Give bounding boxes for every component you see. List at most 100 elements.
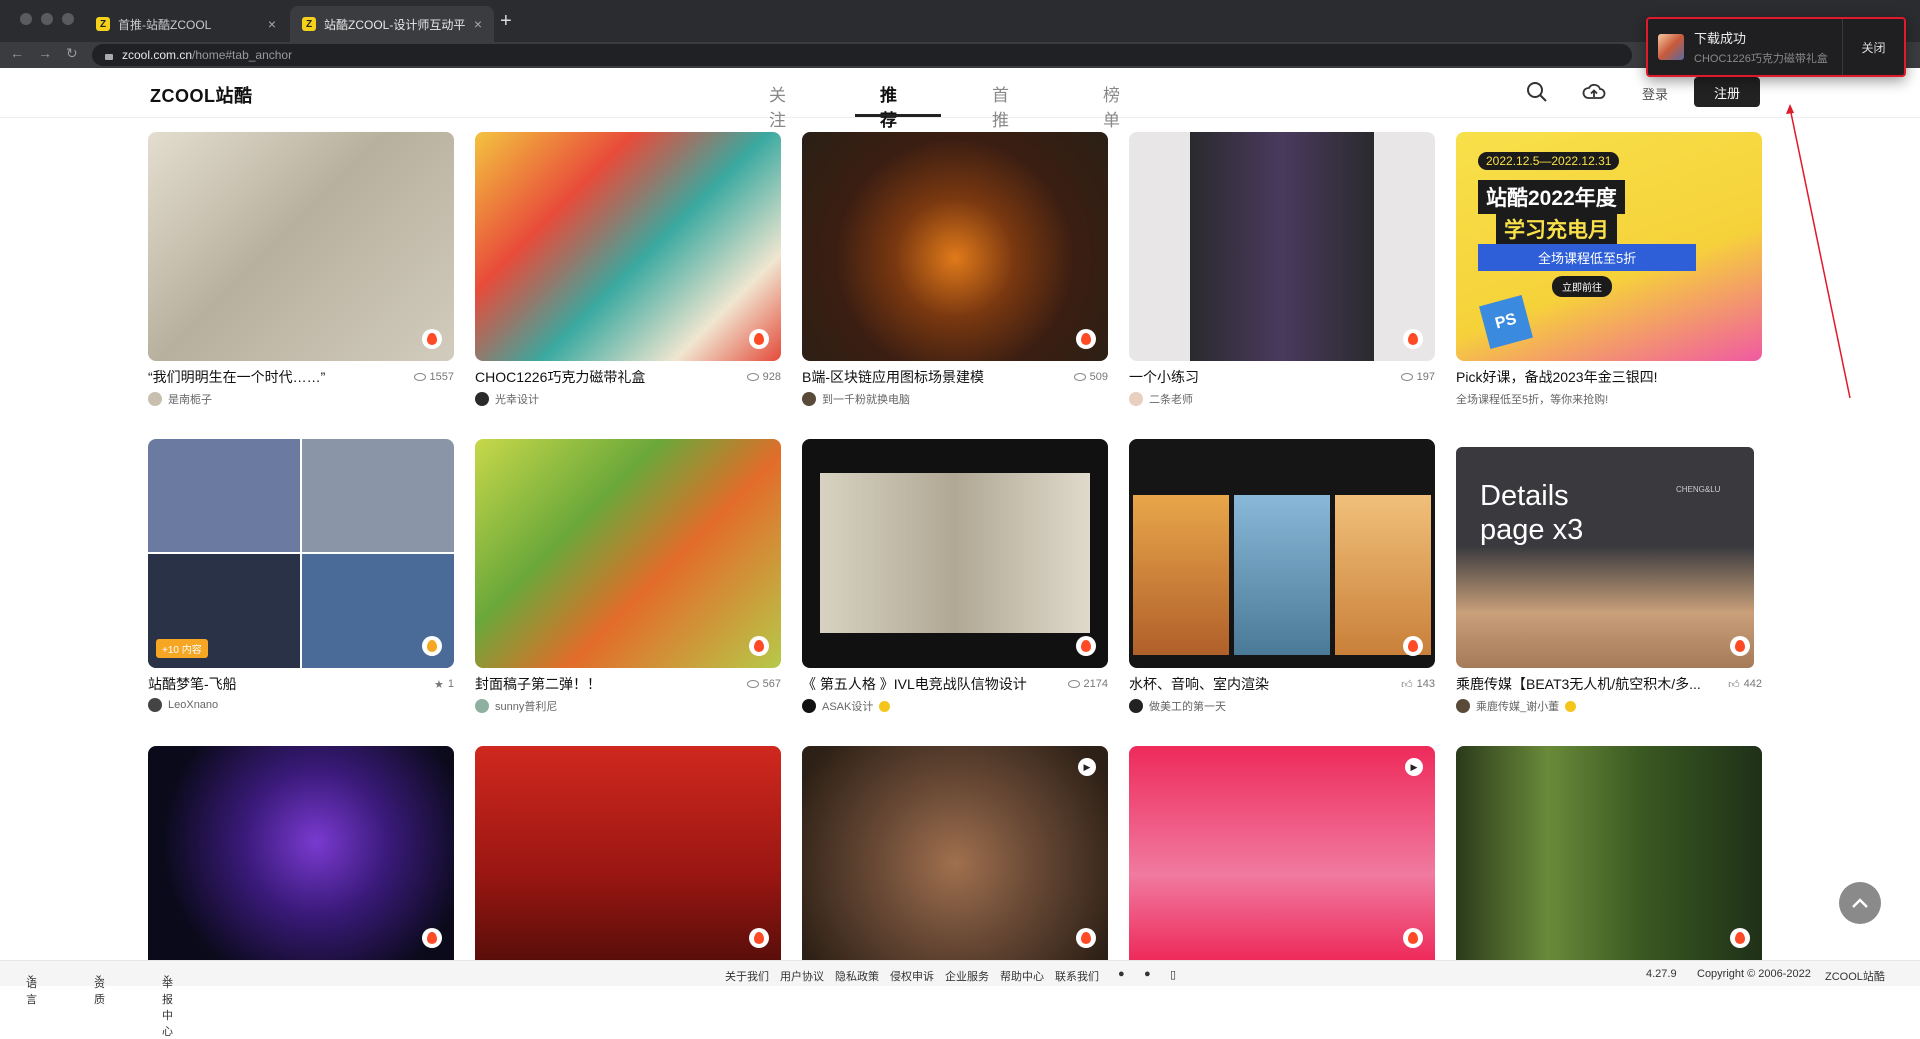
ad-card[interactable]: 2022.12.5—2022.12.31 站酷2022年度 学习充电月 全场课程… <box>1456 132 1762 407</box>
work-card[interactable]: 封面稿子第二弹！！ 567 sunny普利尼 <box>475 439 781 714</box>
register-button[interactable]: 注册 <box>1694 77 1760 107</box>
work-cover[interactable] <box>475 439 781 668</box>
nav-recommend[interactable]: 推荐 <box>880 81 897 131</box>
work-cover[interactable] <box>802 439 1108 668</box>
author-name[interactable]: LeoXnano <box>168 699 218 711</box>
footer-link-contact[interactable]: 联系我们 <box>1055 968 1099 984</box>
avatar[interactable] <box>802 699 816 713</box>
footer-link-about[interactable]: 关于我们 <box>725 968 769 984</box>
footer-link-terms[interactable]: 用户协议 <box>780 968 824 984</box>
work-cover[interactable] <box>475 746 781 960</box>
report-center-select[interactable]: 举报中心 ⌄ <box>162 968 173 1038</box>
zcool-logo[interactable]: ZCOOL站酷 <box>150 82 253 108</box>
work-card[interactable]: “我们明明生在一个时代……” 1557 是南栀子 <box>148 132 454 407</box>
avatar[interactable] <box>802 392 816 406</box>
download-filename[interactable]: CHOC1226巧克力磁带礼盒 <box>1694 50 1842 66</box>
close-icon[interactable]: × <box>268 16 276 32</box>
back-to-top-button[interactable] <box>1839 882 1881 924</box>
video-play-icon[interactable]: ▶ <box>1078 758 1096 776</box>
work-cover[interactable] <box>475 132 781 361</box>
work-title[interactable]: 《 第五人格 》IVL电竞战队信物设计 <box>802 674 1068 694</box>
avatar[interactable] <box>148 392 162 406</box>
work-cover[interactable] <box>802 132 1108 361</box>
avatar[interactable] <box>475 392 489 406</box>
author-name[interactable]: 是南栀子 <box>168 391 212 407</box>
avatar[interactable] <box>148 698 162 712</box>
like-count: 143 <box>1416 678 1435 690</box>
work-title[interactable]: 水杯、音响、室内渲染 <box>1129 674 1401 694</box>
language-select[interactable]: 语言 ⌄ <box>26 968 37 1006</box>
mobile-icon[interactable]: ▯ <box>1170 968 1176 981</box>
work-card[interactable] <box>1456 746 1762 960</box>
work-cover[interactable]: ▶ <box>802 746 1108 960</box>
address-bar[interactable]: zcool.com.cn /home#tab_anchor <box>92 44 1632 66</box>
avatar[interactable] <box>1456 699 1470 713</box>
hot-icon <box>1403 329 1423 349</box>
author-name[interactable]: sunny普利尼 <box>495 698 557 714</box>
reload-icon[interactable]: ↻ <box>66 45 78 62</box>
work-cover[interactable] <box>1129 132 1435 361</box>
work-card[interactable]: 水杯、音响、室内渲染 👍︎ 143 做美工的第一天 <box>1129 439 1435 714</box>
video-play-icon[interactable]: ▶ <box>1405 758 1423 776</box>
nav-ranking[interactable]: 榜单 <box>1103 81 1120 131</box>
work-title[interactable]: 站酷梦笔-飞船 <box>148 674 434 694</box>
work-title[interactable]: CHOC1226巧克力磁带礼盒 <box>475 367 747 387</box>
back-icon[interactable]: ← <box>10 45 24 62</box>
work-card[interactable]: ▶ <box>1129 746 1435 960</box>
work-title[interactable]: 封面稿子第二弹！！ <box>475 674 747 694</box>
work-cover[interactable] <box>1129 439 1435 668</box>
footer-brand[interactable]: ZCOOL站酷 <box>1825 968 1885 984</box>
close-icon[interactable]: × <box>474 16 482 32</box>
footer-link-infringement[interactable]: 侵权申诉 <box>890 968 934 984</box>
copyright: Copyright © 2006-2022 <box>1697 968 1811 980</box>
author-name[interactable]: 二条老师 <box>1149 391 1193 407</box>
work-card[interactable]: 《 第五人格 》IVL电竞战队信物设计 2174 ASAK设计 <box>802 439 1108 714</box>
author-name[interactable]: 到一千粉就换电脑 <box>822 391 910 407</box>
avatar[interactable] <box>1129 699 1143 713</box>
new-tab-icon[interactable]: + <box>500 10 512 33</box>
login-link[interactable]: 登录 <box>1642 84 1668 103</box>
footer-link-privacy[interactable]: 隐私政策 <box>835 968 879 984</box>
work-cover[interactable]: ▶ <box>1129 746 1435 960</box>
work-title[interactable]: 一个小练习 <box>1129 367 1401 387</box>
avatar[interactable] <box>1129 392 1143 406</box>
browser-tab-active[interactable]: Z 站酷ZCOOL-设计师互动平台-打 × <box>290 6 494 42</box>
banner-cta-button[interactable]: 立即前往 <box>1552 276 1612 297</box>
work-title[interactable]: 乘鹿传媒【BEAT3无人机/航空积木/多... <box>1456 674 1728 694</box>
wechat-icon[interactable]: ● <box>1118 968 1125 980</box>
work-card[interactable]: +10 内容 站酷梦笔-飞船 ★ 1 LeoXnano <box>148 439 454 712</box>
work-title[interactable]: “我们明明生在一个时代……” <box>148 367 414 387</box>
work-card[interactable] <box>475 746 781 960</box>
ad-title[interactable]: Pick好课，备战2023年金三银四! <box>1456 367 1762 387</box>
upload-cloud-icon[interactable] <box>1582 80 1606 104</box>
window-controls[interactable] <box>20 13 74 25</box>
work-card[interactable]: Details page x3 CHENG&LU 乘鹿传媒【BEAT3无人机/航空… <box>1456 439 1762 714</box>
resources-select[interactable]: 资质 ⌄ <box>94 968 105 1006</box>
work-card[interactable] <box>148 746 454 960</box>
course-banner[interactable]: 2022.12.5—2022.12.31 站酷2022年度 学习充电月 全场课程… <box>1456 132 1762 361</box>
footer-link-enterprise[interactable]: 企业服务 <box>945 968 989 984</box>
nav-follow[interactable]: 关注 <box>769 81 786 131</box>
work-cover[interactable] <box>1456 746 1762 960</box>
forward-icon[interactable]: → <box>38 45 52 62</box>
close-notification-button[interactable]: 关闭 <box>1842 19 1904 75</box>
work-cover[interactable]: +10 内容 <box>148 439 454 668</box>
hot-icon <box>1730 636 1750 656</box>
work-cover[interactable] <box>148 746 454 960</box>
work-card[interactable]: B端-区块链应用图标场景建模 509 到一千粉就换电脑 <box>802 132 1108 407</box>
work-cover[interactable]: Details page x3 CHENG&LU <box>1456 439 1762 668</box>
author-name[interactable]: 乘鹿传媒_谢小董 <box>1476 698 1559 714</box>
work-card[interactable]: 一个小练习 197 二条老师 <box>1129 132 1435 407</box>
work-title[interactable]: B端-区块链应用图标场景建模 <box>802 367 1074 387</box>
work-cover[interactable] <box>148 132 454 361</box>
browser-tab-home[interactable]: Z 首推-站酷ZCOOL × <box>84 6 288 42</box>
author-name[interactable]: 做美工的第一天 <box>1149 698 1226 714</box>
author-name[interactable]: 光幸设计 <box>495 391 539 407</box>
avatar[interactable] <box>475 699 489 713</box>
author-name[interactable]: ASAK设计 <box>822 698 873 714</box>
search-icon[interactable] <box>1525 80 1549 104</box>
weibo-icon[interactable]: ● <box>1144 968 1151 980</box>
work-card[interactable]: CHOC1226巧克力磁带礼盒 928 光幸设计 <box>475 132 781 407</box>
work-card[interactable]: ▶ <box>802 746 1108 960</box>
footer-link-help[interactable]: 帮助中心 <box>1000 968 1044 984</box>
